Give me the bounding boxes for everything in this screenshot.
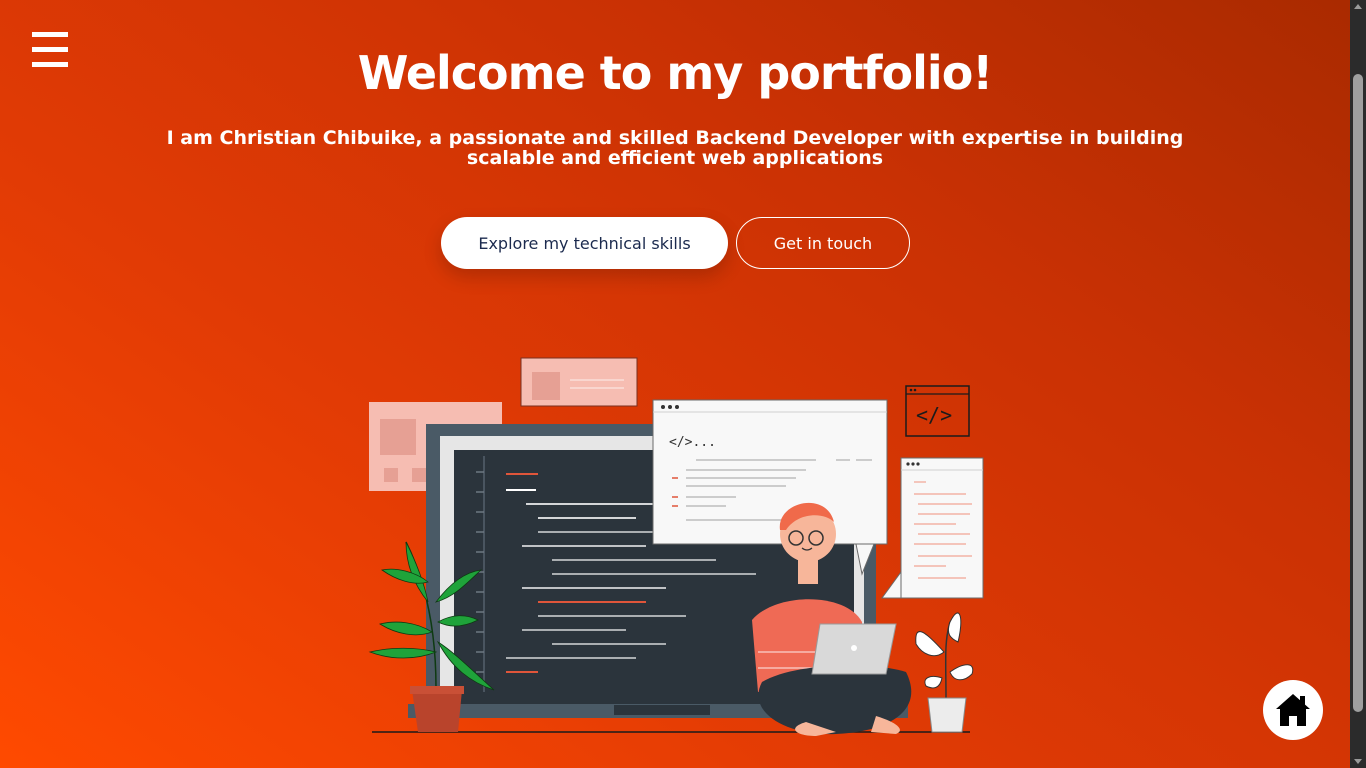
code-window	[652, 399, 888, 545]
intro-text: I am Christian Chibuike, a passionate an…	[166, 127, 1184, 169]
menu-bar-top	[32, 32, 68, 37]
left-pot	[412, 690, 462, 732]
home-icon	[1276, 694, 1310, 726]
right-pot	[927, 697, 967, 733]
get-in-touch-button[interactable]: Get in touch	[736, 217, 910, 269]
page-title: Welcome to my portfolio!	[357, 46, 994, 100]
page-scrollbar[interactable]	[1350, 0, 1366, 768]
code-snippet-text: </>...	[669, 435, 716, 450]
right-plant	[915, 612, 974, 699]
scroll-up-arrow-icon[interactable]	[1354, 4, 1362, 9]
code-tag-text: </>	[916, 403, 952, 427]
scrollbar-thumb[interactable]	[1353, 74, 1363, 712]
explore-skills-button[interactable]: Explore my technical skills	[441, 217, 728, 269]
developer-illustration: </>... </>	[368, 357, 984, 736]
home-button[interactable]	[1263, 680, 1323, 740]
scroll-down-arrow-icon[interactable]	[1354, 759, 1362, 764]
code-window-right	[900, 457, 984, 599]
